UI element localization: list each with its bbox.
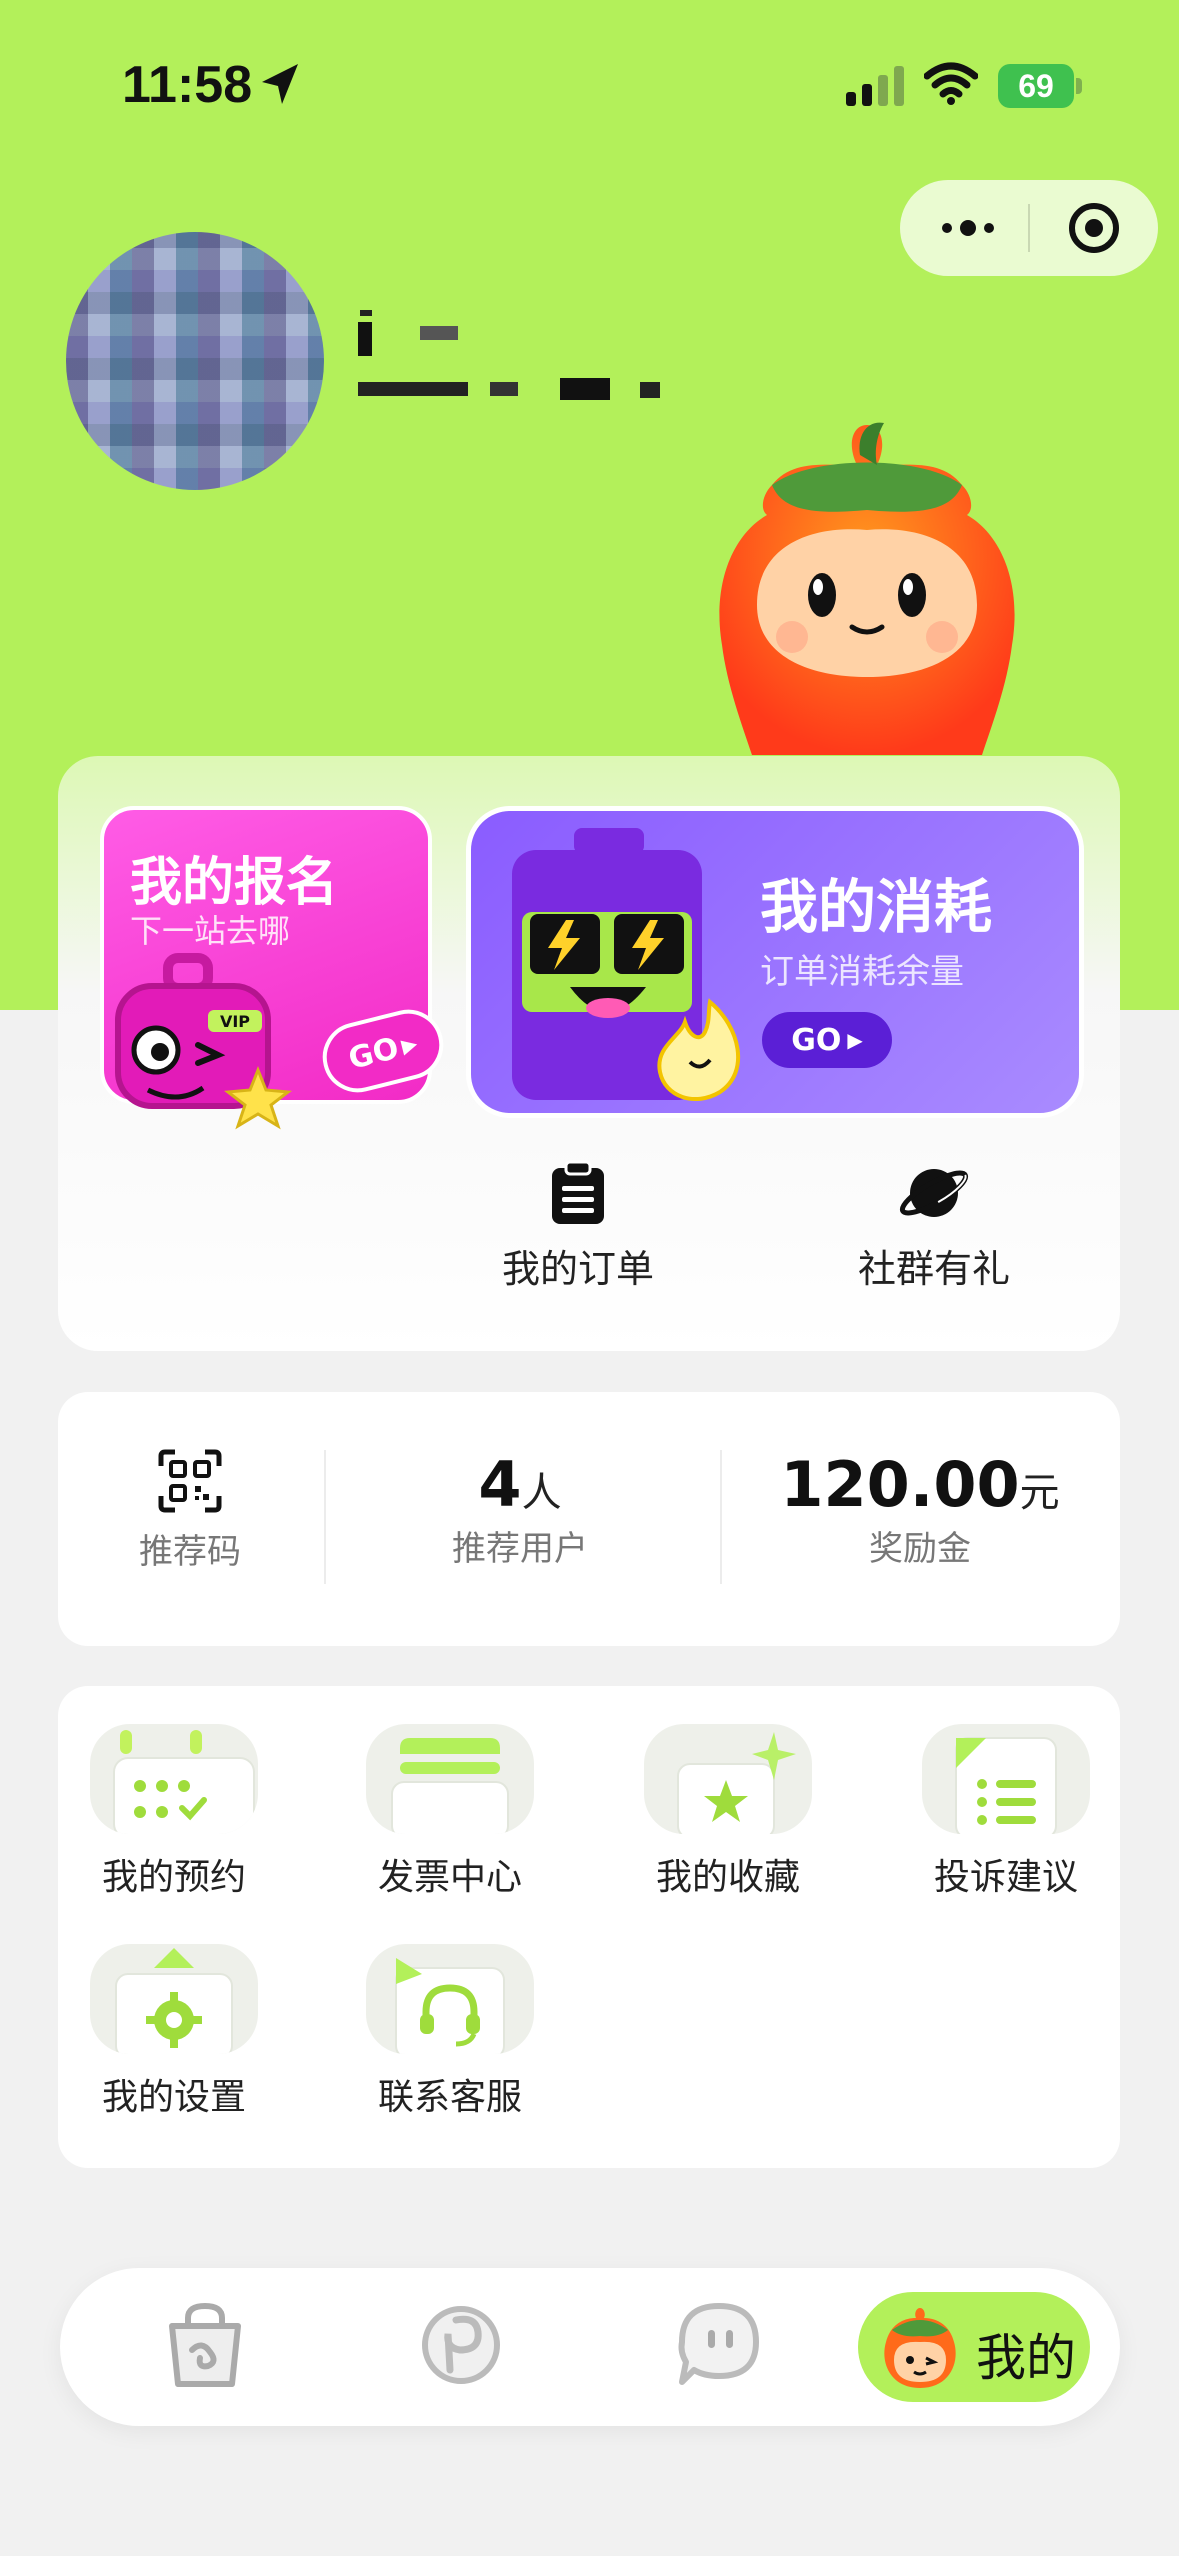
stats-divider	[720, 1450, 722, 1584]
user-name-redacted	[358, 310, 660, 400]
service-customer-support[interactable]: 联系客服	[340, 1944, 560, 2120]
quick-link-community[interactable]: 社群有礼	[814, 1160, 1054, 1293]
bag-icon[interactable]	[162, 2300, 248, 2390]
bonus-unit: 元	[1019, 1470, 1060, 1516]
consume-title: 我的消耗	[760, 873, 993, 941]
signup-title: 我的报名	[130, 853, 339, 913]
referral-code-stat[interactable]: 推荐码	[100, 1448, 280, 1702]
service-label: 我的设置	[101, 2077, 246, 2118]
referred-users-stat[interactable]: 4人 推荐用户	[400, 1448, 640, 1702]
headset-icon	[366, 1944, 534, 2054]
status-bar: 11:58 69	[0, 0, 1179, 170]
invoice-icon	[366, 1724, 534, 1834]
qr-code-icon	[158, 1449, 222, 1513]
quick-link-my-orders[interactable]: 我的订单	[458, 1160, 698, 1293]
referral-code-label: 推荐码	[139, 1532, 241, 1572]
tab-mine-label: 我的	[976, 2329, 1076, 2387]
service-label: 我的预约	[101, 1857, 246, 1898]
gear-icon	[90, 1944, 258, 2054]
quick-link-label: 社群有礼	[857, 1247, 1010, 1291]
mine-icon	[884, 2308, 956, 2388]
service-label: 联系客服	[377, 2077, 522, 2118]
service-my-favorites[interactable]: 我的收藏	[618, 1724, 838, 1900]
location-arrow-icon	[262, 64, 298, 104]
service-invoice-center[interactable]: 发票中心	[340, 1724, 560, 1900]
bonus-value: 120.00	[780, 1448, 1020, 1521]
referred-users-value: 4	[478, 1448, 522, 1521]
calendar-icon	[90, 1724, 258, 1834]
list-icon	[922, 1724, 1090, 1834]
battery-tip	[1076, 78, 1082, 94]
persimmon-mascot-illustration	[719, 422, 1015, 755]
signup-go-label: GO	[345, 1030, 403, 1077]
battery-level: 69	[1018, 67, 1054, 104]
cellular-signal-icon	[846, 66, 904, 106]
service-my-reservations[interactable]: 我的预约	[64, 1724, 284, 1900]
planet-icon	[899, 1169, 969, 1217]
play-arrow-icon: ▶	[847, 1028, 863, 1052]
quick-link-label: 我的订单	[501, 1247, 654, 1291]
tab-mine-active[interactable]: 我的	[858, 2292, 1090, 2402]
service-label: 发票中心	[377, 1857, 522, 1898]
stats-divider	[324, 1450, 326, 1584]
battery-indicator: 69	[998, 64, 1074, 108]
discover-icon[interactable]	[416, 2300, 506, 2390]
star-icon	[644, 1724, 812, 1834]
bonus-label: 奖励金	[869, 1529, 971, 1569]
service-label: 我的收藏	[655, 1857, 800, 1898]
bonus-stat[interactable]: 120.00元 奖励金	[770, 1448, 1070, 1702]
close-target-icon[interactable]	[1066, 200, 1122, 256]
chat-icon[interactable]	[674, 2300, 764, 2390]
status-time: 11:58	[122, 56, 253, 114]
referred-users-unit: 人	[521, 1470, 562, 1516]
service-label: 投诉建议	[933, 1857, 1078, 1898]
vip-badge-text: VIP	[220, 1012, 250, 1031]
vip-luggage-illustration: VIP	[115, 953, 292, 1130]
signup-subtitle: 下一站去哪	[130, 912, 291, 950]
clipboard-icon	[552, 1160, 604, 1224]
consume-go-button[interactable]: GO ▶	[762, 1012, 892, 1068]
avatar[interactable]	[66, 232, 324, 490]
more-options-button[interactable]	[936, 210, 1000, 246]
service-my-settings[interactable]: 我的设置	[64, 1944, 284, 2120]
battery-mascot-illustration	[512, 828, 741, 1102]
play-arrow-icon: ▶	[398, 1030, 420, 1058]
mini-program-capsule	[900, 180, 1158, 276]
service-feedback[interactable]: 投诉建议	[896, 1724, 1116, 1900]
referred-users-label: 推荐用户	[452, 1529, 588, 1569]
wifi-icon	[924, 62, 978, 105]
consume-subtitle: 订单消耗余量	[760, 952, 964, 992]
bottom-tab-bar: 我的	[60, 2268, 1120, 2426]
capsule-divider	[1028, 204, 1030, 252]
consume-go-label: GO	[791, 1022, 842, 1058]
